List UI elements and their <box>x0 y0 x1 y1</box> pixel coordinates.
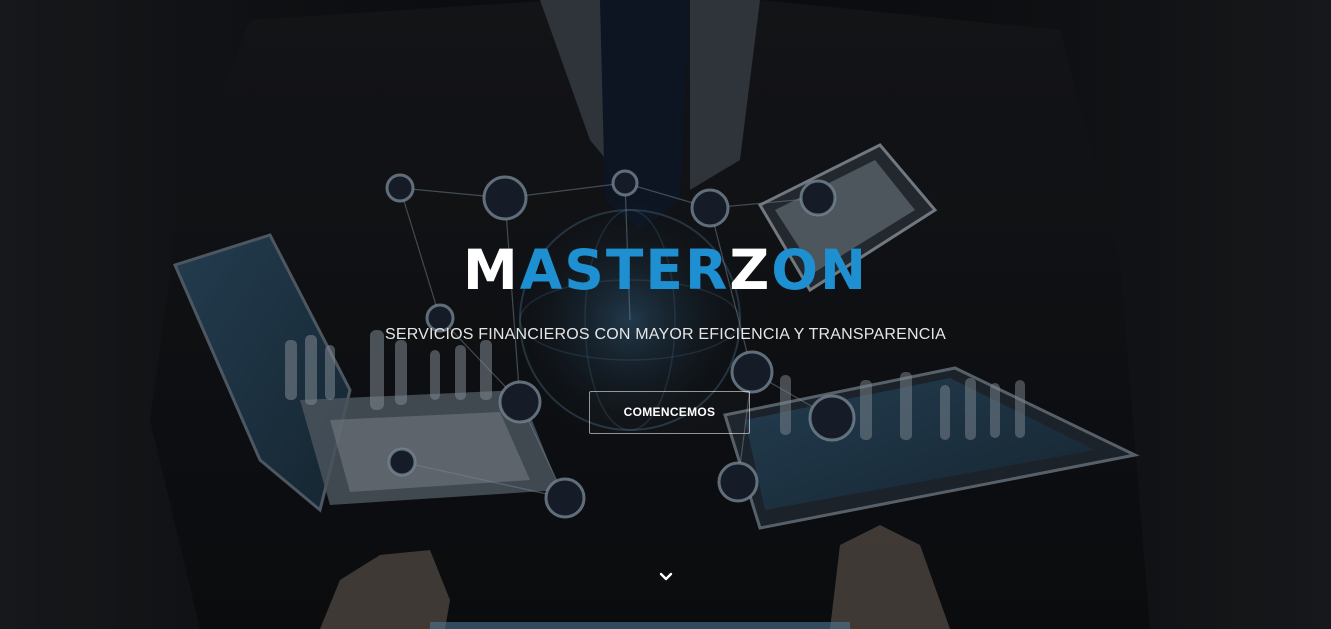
chevron-down-icon[interactable] <box>656 568 676 586</box>
hero-content: MASTERZON SERVICIOS FINANCIEROS CON MAYO… <box>0 0 1331 629</box>
hero-tagline: SERVICIOS FINANCIEROS CON MAYOR EFICIENC… <box>384 326 947 343</box>
hero-section: MASTERZON SERVICIOS FINANCIEROS CON MAYO… <box>0 0 1331 629</box>
brand-part-on: ON <box>771 238 869 302</box>
brand-part-z: Z <box>729 238 772 302</box>
get-started-button[interactable]: COMENCEMOS <box>589 391 750 434</box>
brand-part-aster: ASTER <box>519 238 730 302</box>
brand-logo-text: MASTERZON <box>0 238 1331 302</box>
brand-part-m: M <box>462 238 520 302</box>
